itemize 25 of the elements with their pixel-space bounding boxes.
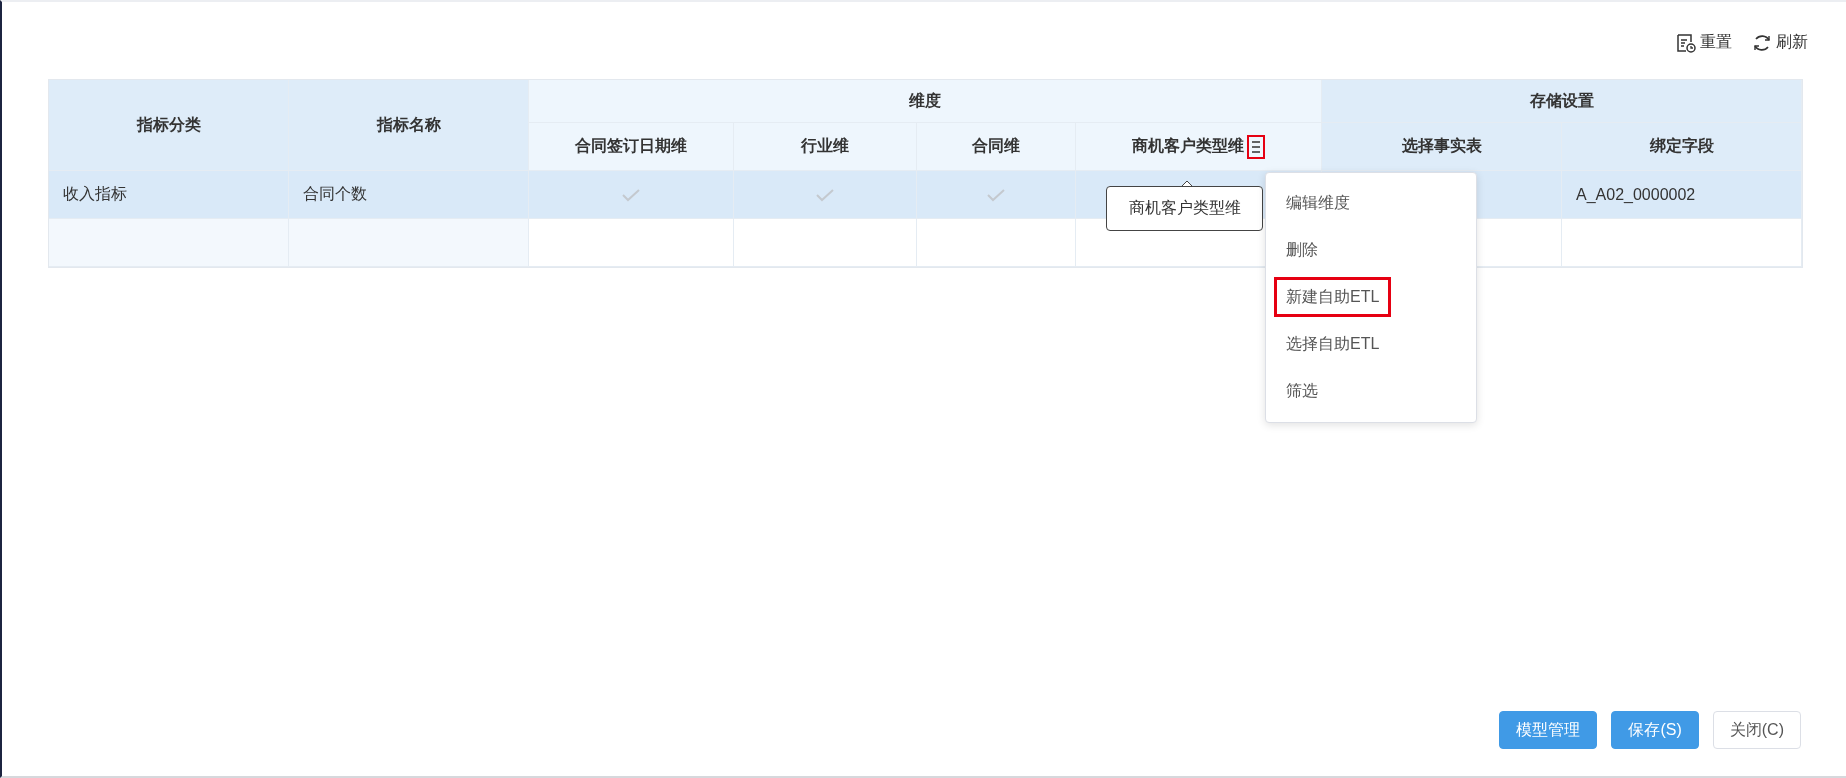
toolbar-button[interactable]: 刷新: [1752, 32, 1808, 53]
menu-item[interactable]: 新建自助ETL: [1274, 277, 1392, 317]
toolbar-button[interactable]: 重置: [1676, 32, 1732, 53]
table-cell: A_A02_0000002: [1562, 171, 1802, 219]
refresh-icon: [1752, 32, 1772, 53]
column-header: 行业维: [801, 136, 849, 156]
column-group-header: 维度: [529, 80, 1322, 123]
column-header: 商机客户类型维: [1132, 136, 1244, 156]
column-header: 指标分类: [49, 80, 289, 171]
tooltip: 商机客户类型维: [1106, 186, 1263, 231]
table-cell: 合同个数: [289, 171, 529, 219]
column-group-header: 存储设置: [1322, 80, 1802, 123]
table-cell: 收入指标: [49, 171, 289, 219]
menu-icon[interactable]: [1251, 139, 1261, 154]
column-header: 合同维: [972, 136, 1020, 156]
document-clock-icon: [1676, 32, 1696, 53]
menu-item[interactable]: 选择自助ETL: [1274, 324, 1392, 364]
dialog-button[interactable]: 关闭(C): [1712, 711, 1801, 749]
menu-item[interactable]: 编辑维度: [1274, 183, 1362, 223]
menu-item[interactable]: 删除: [1274, 230, 1330, 270]
column-header: 绑定字段: [1649, 136, 1714, 156]
menu-item[interactable]: 筛选: [1274, 371, 1330, 411]
column-header: 合同签订日期维: [575, 136, 687, 156]
column-header: 指标名称: [289, 80, 529, 171]
column-header: 选择事实表: [1401, 136, 1482, 156]
